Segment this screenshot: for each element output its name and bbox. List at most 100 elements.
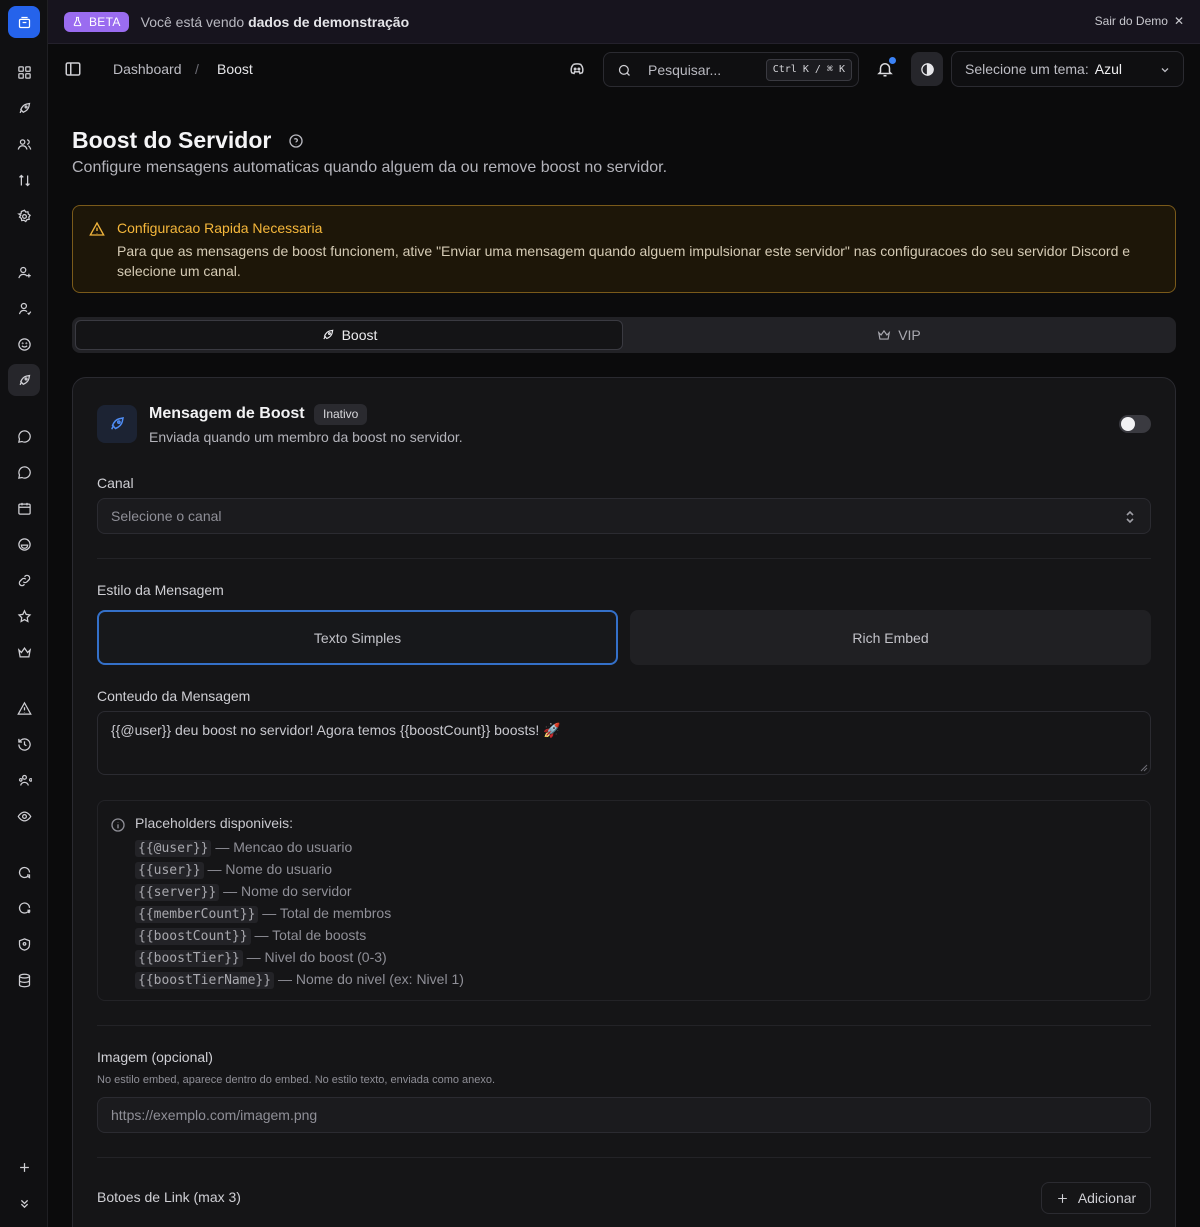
- resize-grip-icon[interactable]: [1140, 764, 1148, 772]
- sidebar-item-dashboard[interactable]: [8, 56, 40, 88]
- sidebar-item-messages[interactable]: [8, 420, 40, 452]
- sidebar-item-security[interactable]: [8, 928, 40, 960]
- shield-icon: [18, 937, 30, 951]
- placeholder-item: {{server}} — Nome do servidor: [135, 883, 352, 901]
- message-content-textarea[interactable]: {{@user}} deu boost no servidor! Agora t…: [97, 711, 1151, 775]
- tab-boost[interactable]: Boost: [75, 320, 623, 350]
- sidebar-item-auto-reply[interactable]: [8, 856, 40, 888]
- placeholder-desc: — Nome do nivel (ex: Nivel 1): [277, 971, 464, 987]
- app-logo-icon: [18, 16, 30, 28]
- app-logo[interactable]: [8, 6, 40, 38]
- sidebar-item-emoji[interactable]: [8, 328, 40, 360]
- placeholder-item: {{boostTier}} — Nivel do boost (0-3): [135, 949, 387, 967]
- setup-warning: Configuracao Rapida Necessaria Para que …: [72, 205, 1176, 293]
- theme-select-label: Selecione um tema:: [965, 61, 1089, 77]
- message-content-label: Conteudo da Mensagem: [97, 688, 251, 704]
- sidebar-item-settings[interactable]: [8, 200, 40, 232]
- theme-select[interactable]: Selecione um tema: Azul: [951, 51, 1184, 87]
- sidebar-item-boost[interactable]: [8, 364, 40, 396]
- sidebar-item-audit[interactable]: [8, 800, 40, 832]
- placeholder-item: {{@user}} — Mencao do usuario: [135, 839, 353, 857]
- breadcrumb-dashboard[interactable]: Dashboard: [113, 61, 182, 77]
- sidebar-item-starboard[interactable]: [8, 600, 40, 632]
- beta-badge-label: BETA: [89, 14, 121, 29]
- breadcrumb-separator: /: [195, 61, 199, 77]
- channel-label: Canal: [97, 475, 134, 491]
- placeholder-code: {{boostTier}}: [135, 950, 243, 967]
- enable-toggle[interactable]: [1119, 415, 1151, 433]
- placeholder-desc: — Total de boosts: [254, 927, 367, 943]
- sidebar-item-reactions[interactable]: [8, 528, 40, 560]
- toggle-knob: [1121, 417, 1135, 431]
- sidebar-item-chat[interactable]: [8, 456, 40, 488]
- plus-icon: [19, 1162, 29, 1172]
- image-url-input[interactable]: https://exemplo.com/imagem.png: [97, 1097, 1151, 1133]
- sidebar-item-warnings[interactable]: [8, 692, 40, 724]
- sidebar-add-button[interactable]: [8, 1151, 40, 1183]
- exit-demo-label: Sair do Demo: [1094, 14, 1168, 28]
- help-circle-icon[interactable]: [288, 133, 304, 149]
- eye-icon: [17, 810, 31, 822]
- search-placeholder: Pesquisar...: [648, 62, 722, 78]
- alert-triangle-icon: [89, 221, 105, 236]
- placeholder-code: {{boostCount}}: [135, 928, 251, 945]
- tab-vip[interactable]: VIP: [625, 320, 1173, 350]
- sidebar-item-sort[interactable]: [8, 164, 40, 196]
- sidebar-item-vip[interactable]: [8, 636, 40, 668]
- channel-placeholder: Selecione o canal: [111, 508, 222, 524]
- message-circle-icon: [17, 429, 31, 443]
- sidebar-item-rocket[interactable]: [8, 92, 40, 124]
- smile-icon: [17, 337, 31, 351]
- sidebar-item-database[interactable]: [8, 964, 40, 996]
- placeholder-code: {{user}}: [135, 862, 204, 879]
- placeholder-item: {{user}} — Nome do usuario: [135, 861, 332, 879]
- sidebar-item-blocked[interactable]: [8, 892, 40, 924]
- rocket-icon: [19, 374, 30, 385]
- sidebar-item-history[interactable]: [8, 728, 40, 760]
- demo-banner-text: Você está vendo dados de demonstração: [141, 14, 409, 30]
- discord-icon[interactable]: [568, 60, 586, 78]
- link-buttons-label: Botoes de Link (max 3): [97, 1189, 241, 1205]
- card-subtitle: Enviada quando um membro da boost no ser…: [149, 429, 463, 445]
- placeholder-desc: — Nome do servidor: [223, 883, 352, 899]
- chevrons-down-icon: [20, 1199, 28, 1208]
- image-label: Imagem (opcional): [97, 1049, 213, 1065]
- search-shortcut: Ctrl K / ⌘ K: [765, 59, 852, 81]
- search-input[interactable]: Pesquisar... Ctrl K / ⌘ K: [603, 52, 859, 87]
- history-icon: [17, 737, 31, 751]
- sidebar-item-roles[interactable]: [8, 764, 40, 796]
- theme-toggle-button[interactable]: [911, 52, 943, 86]
- notification-dot: [889, 57, 896, 64]
- warning-title: Configuracao Rapida Necessaria: [117, 220, 323, 236]
- link-icon: [18, 574, 30, 586]
- sidebar-expand-button[interactable]: [8, 1187, 40, 1219]
- channel-select[interactable]: Selecione o canal: [97, 498, 1151, 534]
- sidebar-toggle-icon[interactable]: [64, 60, 82, 78]
- sidebar-item-add-user[interactable]: [8, 256, 40, 288]
- sidebar-item-members[interactable]: [8, 128, 40, 160]
- sidebar-item-links[interactable]: [8, 564, 40, 596]
- sidebar-item-user[interactable]: [8, 292, 40, 324]
- placeholder-item: {{boostTierName}} — Nome do nivel (ex: N…: [135, 971, 464, 989]
- placeholders-box: Placeholders disponiveis: {{@user}} — Me…: [97, 800, 1151, 1001]
- style-label: Estilo da Mensagem: [97, 582, 224, 598]
- page-title: Boost do Servidor: [72, 127, 272, 153]
- style-rich-embed-button[interactable]: Rich Embed: [630, 610, 1151, 665]
- rocket-icon: [322, 329, 334, 340]
- card-title: Mensagem de Boost: [149, 405, 305, 422]
- placeholder-code: {{memberCount}}: [135, 906, 259, 923]
- boost-message-card: Mensagem de Boost Inativo Enviada quando…: [72, 377, 1176, 1227]
- placeholder-desc: — Total de membros: [262, 905, 392, 921]
- add-link-button[interactable]: Adicionar: [1041, 1182, 1151, 1214]
- alert-triangle-icon: [16, 701, 32, 715]
- star-icon: [17, 608, 31, 623]
- style-plain-text-button[interactable]: Texto Simples: [97, 610, 618, 665]
- plus-icon: [1057, 1193, 1067, 1203]
- placeholder-desc: — Mencao do usuario: [215, 839, 353, 855]
- users-icon: [17, 138, 31, 150]
- sidebar-item-calendar[interactable]: [8, 492, 40, 524]
- exit-demo-button[interactable]: Sair do Demo ✕: [1095, 14, 1184, 28]
- warning-body: Para que as mensagens de boost funcionem…: [117, 243, 1131, 279]
- rocket-icon: [111, 417, 124, 430]
- status-badge: Inativo: [314, 404, 368, 425]
